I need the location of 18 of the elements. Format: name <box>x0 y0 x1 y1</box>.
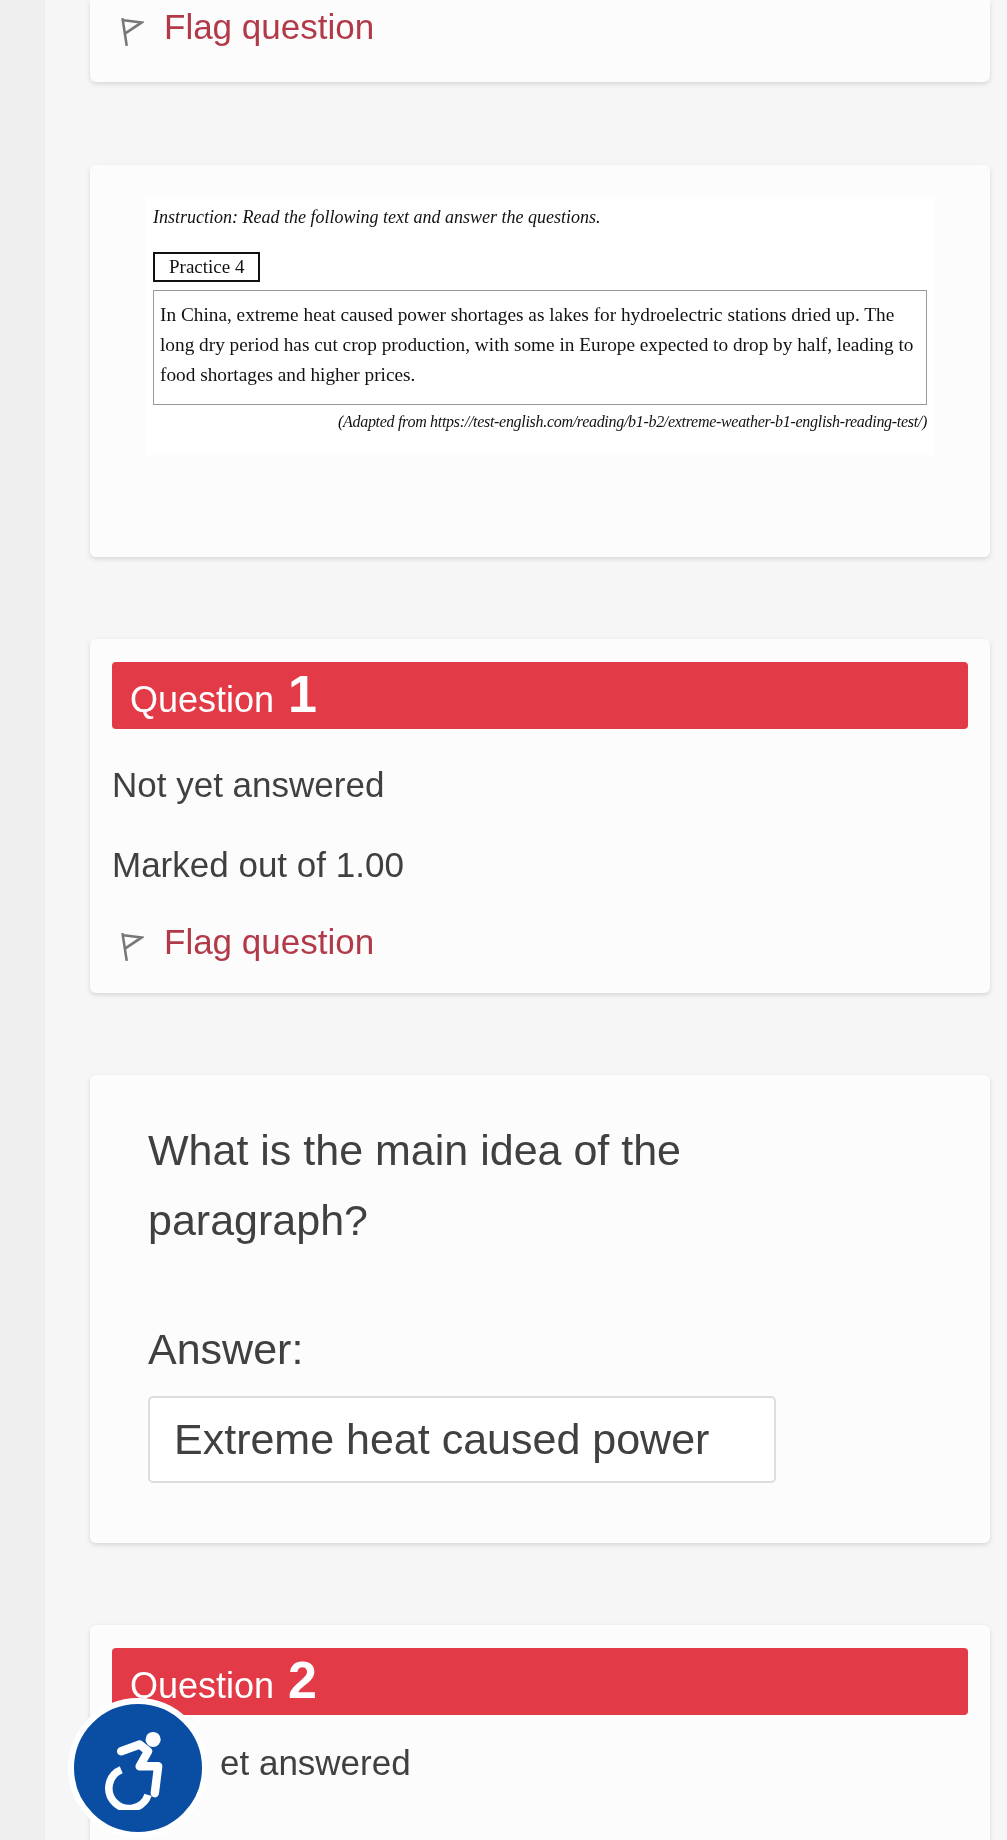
question-number: 1 <box>288 663 317 724</box>
source-text: (Adapted from https://test-english.com/reading/b1-b2/extreme-weather-b1-english-reading-test/) <box>337 413 927 431</box>
answer-label: Answer: <box>148 1325 305 1374</box>
instruction-text: Instruction: Read the following text and answer the questions. <box>153 207 602 228</box>
flag-question-link[interactable]: Flag question <box>164 7 375 47</box>
answer-field[interactable]: Extreme heat caused power <box>148 1396 776 1483</box>
status-text: Not yet answered <box>112 765 386 806</box>
passage-text: In China, extreme heat caused power shortages as lakes for hydroelectric stations dried up. The long dry period has cut crop production, with some in Europe expected to drop by half, leading to food shortages and higher prices. <box>153 290 927 405</box>
flag-icon[interactable] <box>118 16 144 48</box>
status-text: et answered <box>219 1743 412 1784</box>
question-number: 2 <box>288 1649 317 1710</box>
marks-text: Marked out of 1.00 <box>112 845 405 886</box>
practice-label: Practice 4 <box>153 252 261 282</box>
question-text: What is the main idea of the paragraph? <box>148 1125 682 1246</box>
question-label: Question <box>130 678 275 721</box>
flag-question-link[interactable]: Flag question <box>164 922 375 962</box>
flag-icon[interactable] <box>118 931 144 963</box>
question-label: Question <box>130 1664 275 1707</box>
